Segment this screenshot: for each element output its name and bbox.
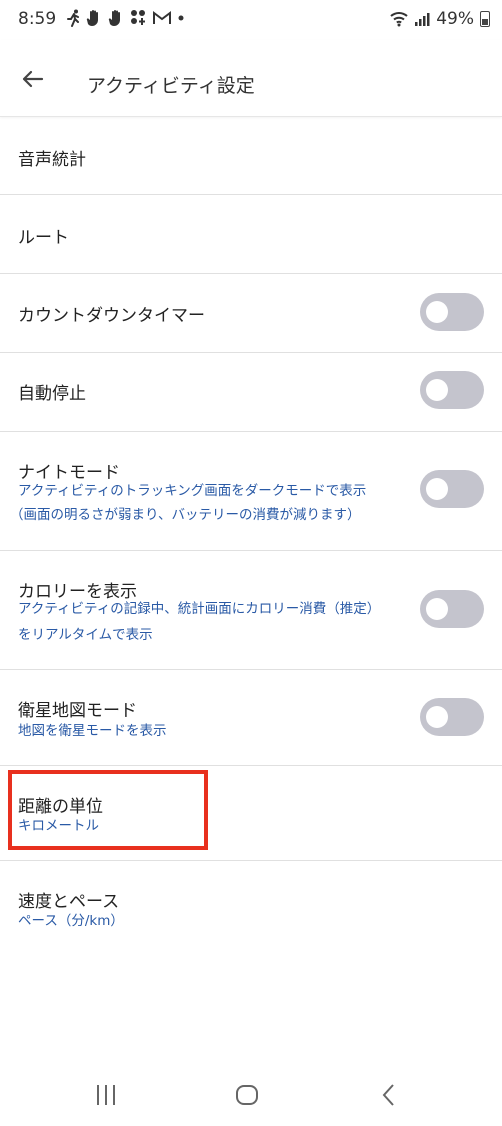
setting-title: カウントダウンタイマー [18,306,205,326]
gmail-icon [153,11,171,24]
setting-route[interactable]: ルート [0,195,502,274]
toggle-knob [426,379,448,401]
setting-title: 衛星地図モード [18,701,137,721]
auto-pause-toggle[interactable] [420,371,484,409]
setting-satellite-map[interactable]: 衛星地図モード 地図を衛星モードを表示 [0,670,502,766]
back-nav-icon[interactable] [378,1082,400,1108]
wifi-icon [390,12,408,27]
setting-title: ルート [18,228,69,248]
home-icon[interactable] [234,1082,260,1108]
show-calories-toggle[interactable] [420,590,484,628]
page-title: アクティビティ設定 [87,75,255,97]
setting-subtitle: アクティビティの記録中、統計画面にカロリー消費（推定） [18,601,381,617]
toggle-knob [426,706,448,728]
setting-night-mode[interactable]: ナイトモード アクティビティのトラッキング画面をダークモードで表示 （画面の明る… [0,432,502,551]
night-mode-toggle[interactable] [420,470,484,508]
setting-title: 自動停止 [18,384,86,404]
status-time: 8:59 [18,9,57,29]
setting-speed-pace[interactable]: 速度とペース ペース（分/km） [0,861,502,956]
toggle-knob [426,478,448,500]
setting-subtitle: （画面の明るさが弱まり、バッテリーの消費が減ります） [10,507,361,523]
hand-icon [86,10,98,26]
grid-icon [131,10,145,25]
toggle-knob [426,598,448,620]
app-bar: アクティビティ設定 [0,40,502,117]
dot-icon [178,15,184,21]
setting-title: 音声統計 [18,150,86,170]
setting-auto-pause[interactable]: 自動停止 [0,353,502,432]
setting-subtitle: アクティビティのトラッキング画面をダークモードで表示 [18,483,367,499]
setting-countdown-timer[interactable]: カウントダウンタイマー [0,274,502,353]
satellite-map-toggle[interactable] [420,698,484,736]
setting-subtitle: ペース（分/km） [18,913,124,929]
battery-percent: 49% [436,9,474,29]
signal-icon [415,13,430,26]
countdown-timer-toggle[interactable] [420,293,484,331]
navigation-bar [0,1064,502,1126]
battery-icon [480,11,490,27]
setting-show-calories[interactable]: カロリーを表示 アクティビティの記録中、統計画面にカロリー消費（推定） をリアル… [0,551,502,670]
setting-voice-stats[interactable]: 音声統計 [0,117,502,195]
status-bar: 8:59 49% [0,0,502,38]
highlight-box [8,770,208,850]
notification-icons [66,9,186,27]
back-arrow-icon[interactable] [18,64,48,94]
hand-icon [108,10,120,26]
toggle-knob [426,301,448,323]
setting-subtitle: をリアルタイムで表示 [18,627,153,643]
status-right: 49% [390,9,490,29]
running-icon [67,9,79,27]
recent-apps-icon[interactable] [95,1082,117,1108]
setting-subtitle: 地図を衛星モードを表示 [18,723,167,739]
